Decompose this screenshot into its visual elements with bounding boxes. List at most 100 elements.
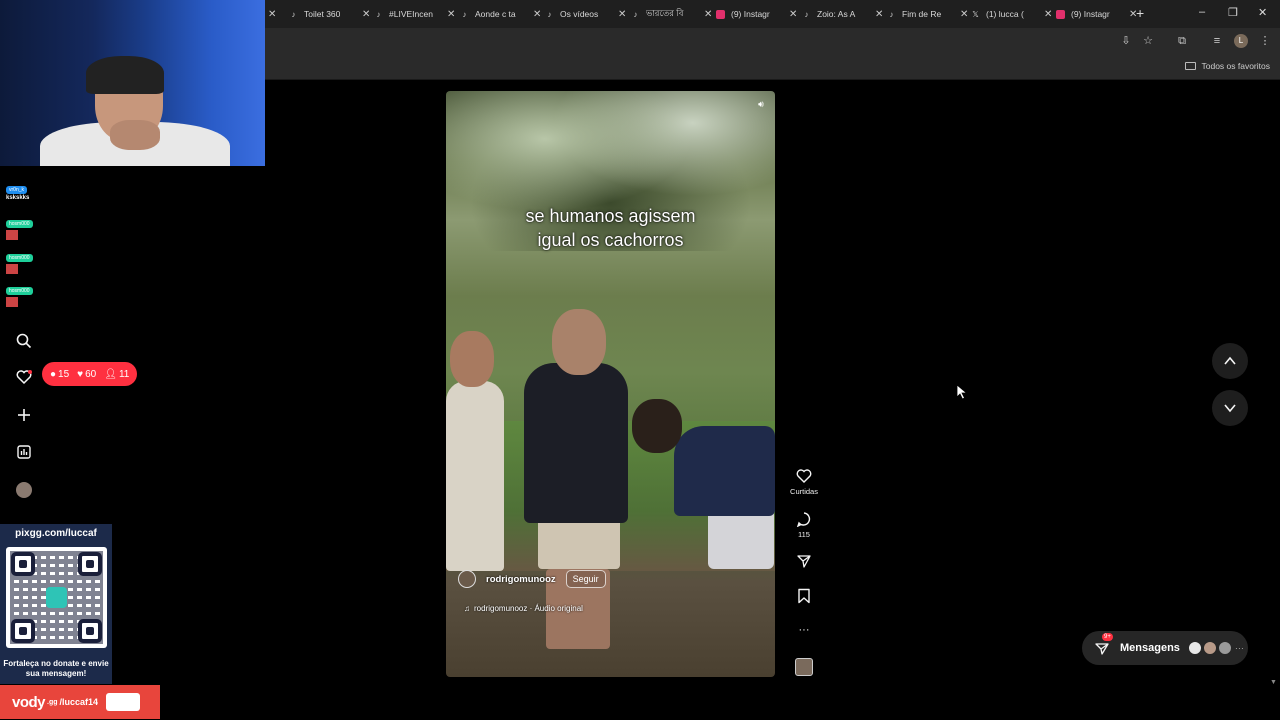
browser-tab[interactable]: ♪ Fim de Re ✕	[887, 4, 969, 24]
create-plus-icon[interactable]	[15, 406, 33, 424]
reel-video[interactable]: se humanos agissem igual os cachorros 🔊︎…	[446, 91, 775, 677]
close-window-button[interactable]: ✕	[1258, 6, 1267, 19]
video-person	[524, 363, 628, 523]
tab-close-icon[interactable]: ✕	[960, 9, 968, 20]
like-count: ♥ 60	[77, 368, 97, 380]
share-button[interactable]	[788, 553, 820, 569]
next-reel-button[interactable]	[1212, 390, 1248, 426]
video-person	[450, 331, 494, 387]
media-control-icon[interactable]: ≡	[1210, 34, 1224, 48]
follow-button[interactable]: Seguir	[565, 570, 606, 588]
save-button[interactable]	[788, 588, 820, 604]
chat-username-badge: vr0n_k	[6, 186, 28, 194]
webcam-overlay	[0, 0, 265, 166]
pix-logo-icon	[46, 587, 67, 608]
chevron-down-icon	[1224, 404, 1236, 413]
qr-finder	[78, 619, 102, 643]
new-tab-button[interactable]: +	[1136, 5, 1144, 21]
all-bookmarks-button[interactable]: Todos os favoritos	[1185, 61, 1270, 71]
messages-button[interactable]: 9+ Mensagens ···	[1082, 631, 1248, 665]
tab-close-icon[interactable]: ✕	[704, 9, 712, 20]
more-contacts-icon: ···	[1234, 643, 1244, 653]
qr-finder	[11, 619, 35, 643]
vody-logo: vody	[12, 693, 46, 711]
streamer-hand	[110, 120, 160, 150]
browser-tab[interactable]: (9) Instagr ✕	[716, 4, 797, 24]
comment-button[interactable]: 115	[788, 511, 820, 539]
extensions-icon[interactable]: ⧉	[1175, 34, 1189, 48]
vody-mark-icon	[106, 693, 141, 711]
chat-emote	[6, 230, 18, 240]
browser-tab[interactable]: 𝕏 (1) lucca ( ✕	[971, 4, 1052, 24]
reel-author: rodrigomunooz Seguir	[458, 570, 606, 588]
chat-username-badge: hosm000	[6, 287, 33, 295]
author-avatar[interactable]	[458, 570, 476, 588]
person-icon: 👤︎	[104, 368, 117, 380]
audio-thumbnail[interactable]	[795, 658, 813, 676]
bookmark-icon	[796, 588, 812, 604]
pix-donation-panel: pixgg.com/luccaf Fortaleça no donate e e…	[0, 524, 112, 684]
chat-message: hosm000	[6, 220, 42, 240]
tiktok-icon: ♪	[547, 9, 552, 19]
tab-close-icon[interactable]: ✕	[268, 4, 276, 24]
follow-count: 👤︎ 11	[104, 368, 130, 380]
browser-tab[interactable]: ♪ Aonde c ta ✕	[460, 4, 542, 24]
notifications-heart-icon[interactable]	[15, 368, 33, 386]
tiktok-icon: ♪	[291, 9, 296, 19]
video-person	[632, 399, 682, 453]
install-app-icon[interactable]: ⇩	[1119, 34, 1133, 48]
browser-tab[interactable]: ♪ #LIVEIncen ✕	[374, 4, 456, 24]
browser-tab[interactable]: ♪ Os vídeos ✕	[545, 4, 627, 24]
menu-kebab-icon[interactable]: ⋮	[1258, 34, 1272, 48]
browser-tab[interactable]: ♪ ভারতের বি ✕	[631, 4, 713, 24]
sound-icon[interactable]: 🔊︎	[755, 99, 767, 111]
chevron-up-icon	[1224, 356, 1236, 365]
tab-close-icon[interactable]: ✕	[1044, 9, 1052, 20]
restore-button[interactable]: ❐	[1228, 6, 1238, 19]
previous-reel-button[interactable]	[1212, 343, 1248, 379]
mouse-cursor-icon	[956, 384, 968, 400]
vody-domain: .gg	[47, 698, 58, 706]
tab-close-icon[interactable]: ✕	[362, 9, 370, 20]
like-button[interactable]: Curtidas	[788, 468, 820, 496]
bookmark-star-icon[interactable]: ☆	[1141, 34, 1155, 48]
chat-username-badge: hosm000	[6, 254, 33, 262]
messages-badge: 9+	[1102, 633, 1113, 641]
author-username[interactable]: rodrigomunooz	[486, 574, 556, 585]
more-options-button[interactable]: ···	[788, 622, 820, 638]
comment-count: ● 15	[50, 368, 70, 380]
video-person	[552, 309, 606, 375]
reel-caption: se humanos agissem igual os cachorros	[525, 206, 696, 250]
tab-close-icon[interactable]: ✕	[875, 9, 883, 20]
search-icon[interactable]	[15, 332, 33, 350]
profile-avatar[interactable]: L	[1234, 34, 1248, 48]
reel-audio[interactable]: ♫ rodrigomunooz · Áudio original	[464, 604, 583, 613]
minimize-button[interactable]: –	[1199, 6, 1205, 18]
tab-close-icon[interactable]: ✕	[447, 9, 455, 20]
notifications-popup[interactable]: ● 15 ♥ 60 👤︎ 11	[42, 362, 138, 386]
vody-banner: vody .gg /luccaf14	[0, 685, 160, 719]
dashboard-chart-icon[interactable]	[15, 443, 33, 461]
contact-avatar	[1202, 641, 1217, 655]
qr-finder	[78, 552, 102, 576]
browser-tab[interactable]: ♪ Toilet 360 ✕	[289, 4, 371, 24]
profile-avatar[interactable]	[16, 482, 32, 498]
contact-avatar	[1217, 641, 1232, 655]
tiktok-icon: ♪	[633, 9, 638, 19]
messenger-icon: 9+	[1094, 633, 1113, 656]
chat-username-badge: hosm000	[6, 220, 33, 228]
tab-close-icon[interactable]: ✕	[533, 9, 541, 20]
tiktok-icon: ♪	[804, 9, 809, 19]
pix-url: pixgg.com/luccaf	[15, 528, 97, 539]
tab-close-icon[interactable]: ✕	[618, 9, 626, 20]
chat-message: vr0n_k kskskks	[6, 186, 42, 201]
streamer-cap	[86, 56, 164, 94]
pix-message: Fortaleça no donate e envie sua mensagem…	[3, 659, 109, 678]
tab-close-icon[interactable]: ✕	[789, 9, 797, 20]
browser-tab[interactable]: ♪ Zoio: As A ✕	[802, 4, 884, 24]
qr-code	[6, 547, 107, 648]
scroll-arrow-icon[interactable]: ▼	[1270, 679, 1277, 686]
chat-text: kskskks	[6, 195, 30, 201]
browser-tab-active[interactable]: (9) Instagr ✕	[1056, 4, 1137, 24]
chat-emote	[6, 264, 18, 274]
